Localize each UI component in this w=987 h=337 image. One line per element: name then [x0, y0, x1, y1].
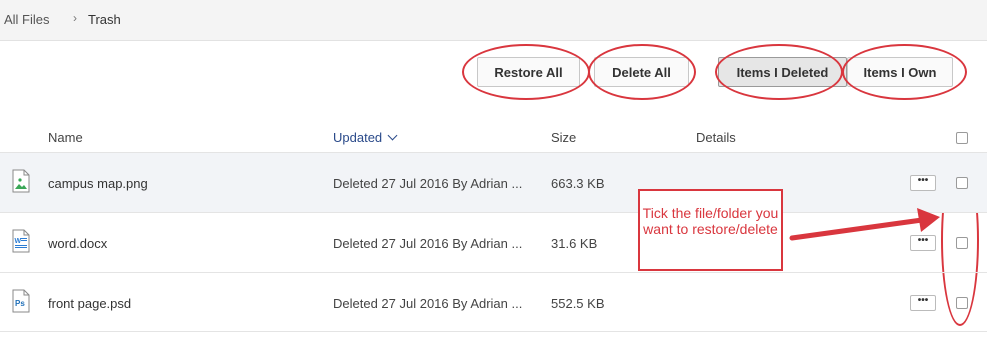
file-name[interactable]: campus map.png — [48, 176, 148, 191]
more-options-button[interactable]: ••• — [910, 295, 936, 311]
file-updated: Deleted 27 Jul 2016 By Adrian ... — [333, 236, 523, 251]
column-updated-label: Updated — [333, 130, 383, 145]
file-size: 31.6 KB — [551, 236, 598, 251]
table-row[interactable]: campus map.png Deleted 27 Jul 2016 By Ad… — [0, 152, 987, 212]
chevron-down-icon — [387, 130, 398, 141]
breadcrumb-all-files[interactable]: All Files — [4, 12, 50, 27]
photoshop-file-icon: Ps — [12, 289, 30, 313]
more-options-button[interactable]: ••• — [910, 175, 936, 191]
delete-all-button[interactable]: Delete All — [594, 57, 689, 87]
chevron-right-icon: › — [73, 11, 77, 25]
word-file-icon: W — [12, 229, 30, 253]
file-size: 552.5 KB — [551, 296, 605, 311]
breadcrumb: All Files › Trash — [0, 0, 987, 41]
file-updated: Deleted 27 Jul 2016 By Adrian ... — [333, 296, 523, 311]
breadcrumb-trash: Trash — [88, 12, 121, 27]
file-name[interactable]: word.docx — [48, 236, 107, 251]
file-updated: Deleted 27 Jul 2016 By Adrian ... — [333, 176, 523, 191]
restore-all-button[interactable]: Restore All — [477, 57, 580, 87]
psd-badge: Ps — [15, 299, 25, 308]
file-size: 663.3 KB — [551, 176, 605, 191]
items-i-own-button[interactable]: Items I Own — [847, 57, 953, 87]
column-updated[interactable]: Updated — [333, 130, 398, 145]
file-name[interactable]: front page.psd — [48, 296, 131, 311]
column-size[interactable]: Size — [551, 130, 576, 145]
annotation-callout: Tick the file/folder you want to restore… — [638, 189, 783, 271]
column-details: Details — [696, 130, 736, 145]
items-i-deleted-button[interactable]: Items I Deleted — [718, 57, 847, 87]
row-checkbox[interactable] — [956, 177, 968, 189]
word-badge: W — [15, 238, 22, 245]
row-checkbox[interactable] — [956, 237, 968, 249]
select-all-checkbox[interactable] — [956, 132, 968, 144]
column-name[interactable]: Name — [48, 130, 83, 145]
row-checkbox[interactable] — [956, 297, 968, 309]
more-options-button[interactable]: ••• — [910, 235, 936, 251]
image-file-icon — [12, 169, 30, 193]
table-row[interactable]: W word.docx Deleted 27 Jul 2016 By Adria… — [0, 212, 987, 272]
table-row[interactable]: Ps front page.psd Deleted 27 Jul 2016 By… — [0, 272, 987, 332]
